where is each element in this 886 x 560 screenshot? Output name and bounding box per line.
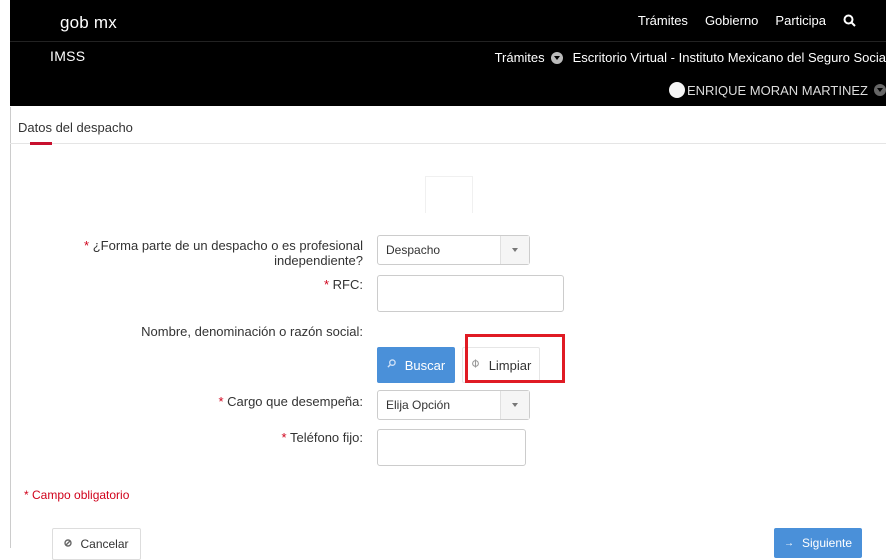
avatar [668,82,685,98]
nav-tramites[interactable]: Trámites [638,13,688,28]
arrow-right-icon: → [783,537,794,549]
chevron-down-icon[interactable] [874,84,886,96]
cargo-label-text: Cargo que desempeña: [227,394,363,409]
telefono-label-text: Teléfono fijo: [290,430,363,445]
chevron-down-icon[interactable] [500,391,529,419]
sub-header: IMSS Trámites Escritorio Virtual - Insti… [10,42,886,106]
cargo-select[interactable]: Elija Opción [377,390,530,420]
nav-gobierno[interactable]: Gobierno [705,13,758,28]
top-nav: Trámites Gobierno Participa [638,13,886,28]
breadcrumb: Escritorio Virtual - Instituto Mexicano … [572,50,886,65]
despacho-select-value: Despacho [386,243,441,257]
cargo-label: * Cargo que desempeña: [200,394,363,409]
gobmx-logo[interactable]: gob mx [60,13,117,33]
buscar-label: Buscar [404,357,446,373]
telefono-input[interactable] [377,429,526,466]
page-title: Datos del despacho [18,120,133,135]
chevron-down-icon[interactable] [550,51,563,64]
required-note: * Campo obligatorio [24,488,130,502]
telefono-label: * Teléfono fijo: [230,430,363,445]
imss-title[interactable]: IMSS [50,48,85,64]
content-border [10,107,11,548]
search-icon[interactable] [843,14,856,27]
rfc-label-text: RFC: [332,277,363,292]
required-mark: * [281,430,287,445]
search-icon [387,359,396,371]
despacho-select[interactable]: Despacho [377,235,530,265]
empty-placeholder [425,176,473,213]
despacho-question-text: ¿Forma parte de un despacho o es profesi… [92,238,363,268]
sub-nav: Trámites Escritorio Virtual - Instituto … [495,50,886,65]
required-mark: * [323,277,330,292]
required-mark: * [84,238,90,253]
tramites-menu[interactable]: Trámites [495,50,545,65]
nav-participa[interactable]: Participa [775,13,826,28]
user-menu[interactable]: ENRIQUE MORAN MARTINEZ [668,82,886,98]
cancel-button[interactable]: Cancelar [52,528,141,560]
highlight-annotation [465,334,565,383]
title-accent [30,142,52,145]
despacho-question-label: * ¿Forma parte de un despacho o es profe… [70,238,363,268]
top-navbar: gob mx Trámites Gobierno Participa [10,0,886,42]
next-button[interactable]: → Siguiente [774,528,862,558]
divider [10,143,886,144]
rfc-label: * RFC: [230,277,363,292]
chevron-down-icon[interactable] [500,236,529,264]
cancel-label: Cancelar [80,537,129,551]
required-mark: * [218,394,224,409]
cargo-select-value: Elija Opción [386,398,451,412]
buscar-button[interactable]: Buscar [377,347,455,383]
nombre-label: Nombre, denominación o razón social: [141,324,363,339]
rfc-input[interactable] [377,275,564,312]
user-name: ENRIQUE MORAN MARTINEZ [686,82,868,98]
